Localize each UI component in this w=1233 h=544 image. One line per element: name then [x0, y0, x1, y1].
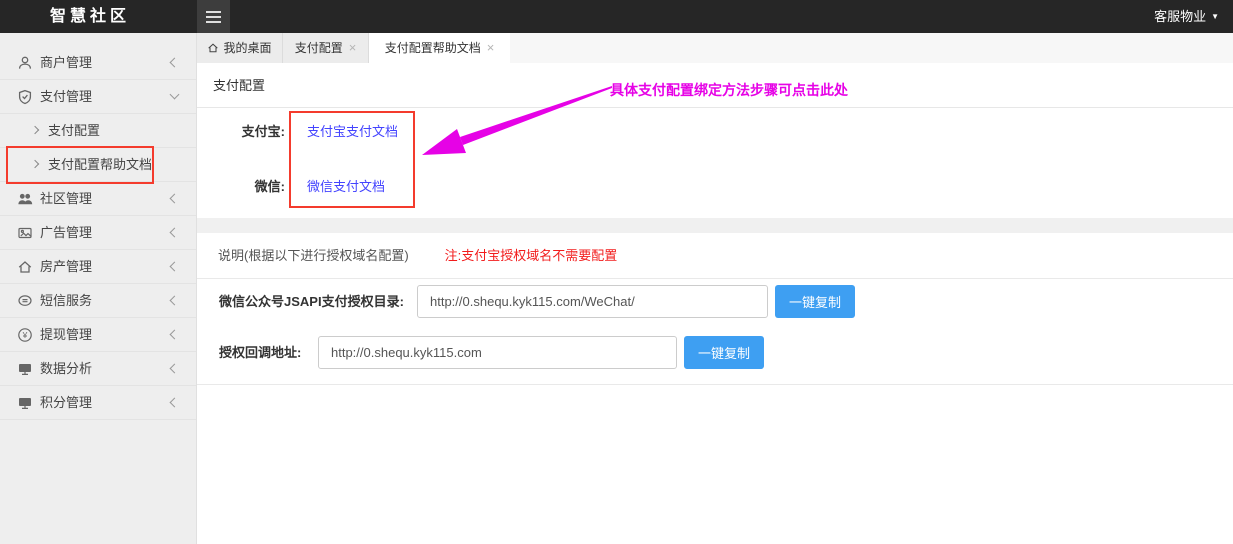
svg-text:¥: ¥	[22, 330, 28, 340]
tab-label: 支付配置帮助文档	[385, 41, 481, 55]
sidebar-item-merchant-mgmt[interactable]: 商户管理	[0, 46, 196, 80]
home-icon	[17, 259, 33, 275]
sidebar-subitem-label: 支付配置	[48, 123, 100, 138]
yen-circle-icon: ¥	[17, 327, 33, 343]
monitor-icon	[17, 395, 33, 411]
auth-domain-panel: 说明(根据以下进行授权域名配置) 注:支付宝授权域名不需要配置 微信公众号JSAP…	[197, 233, 1233, 385]
chevron-left-icon	[170, 296, 180, 306]
sidebar-item-points-mgmt[interactable]: 积分管理	[0, 386, 196, 420]
sidebar-item-ad-mgmt[interactable]: 广告管理	[0, 216, 196, 250]
sidebar-subitem-label: 支付配置帮助文档	[48, 157, 152, 172]
sidebar-item-label: 广告管理	[40, 225, 92, 240]
sidebar-item-sms-service[interactable]: 短信服务	[0, 284, 196, 318]
panel-note: 说明(根据以下进行授权域名配置) 注:支付宝授权域名不需要配置	[218, 233, 617, 278]
auth-callback-label: 授权回调地址:	[219, 336, 301, 369]
close-icon[interactable]: ×	[349, 40, 357, 55]
image-icon	[17, 225, 33, 241]
main-content: 我的桌面 支付配置 × 支付配置帮助文档 × 支付配置 支付宝: 支付宝支付文档 微…	[197, 33, 1233, 544]
chevron-left-icon	[170, 58, 180, 68]
sidebar: 商户管理 支付管理 支付配置 支付配置帮助文档 社区管理	[0, 33, 197, 544]
jsapi-auth-dir-input[interactable]	[417, 285, 768, 318]
alipay-doc-link[interactable]: 支付宝支付文档	[307, 121, 398, 140]
shield-check-icon	[17, 89, 33, 105]
chevron-right-icon	[31, 160, 39, 168]
sidebar-item-label: 房产管理	[40, 259, 92, 274]
sidebar-subitem-payment-config-help[interactable]: 支付配置帮助文档	[0, 148, 196, 182]
chevron-left-icon	[170, 398, 180, 408]
sidebar-toggle-button[interactable]	[197, 0, 230, 33]
monitor-icon	[17, 361, 33, 377]
sidebar-item-data-analysis[interactable]: 数据分析	[0, 352, 196, 386]
sidebar-item-label: 短信服务	[40, 293, 92, 308]
tab-payment-config-help[interactable]: 支付配置帮助文档 ×	[369, 33, 510, 63]
sidebar-item-property-mgmt[interactable]: 房产管理	[0, 250, 196, 284]
message-icon	[17, 293, 33, 309]
chevron-left-icon	[170, 262, 180, 272]
jsapi-auth-dir-label: 微信公众号JSAPI支付授权目录:	[219, 285, 404, 318]
wechat-label: 微信:	[197, 176, 285, 195]
tab-bar: 我的桌面 支付配置 × 支付配置帮助文档 ×	[197, 33, 1233, 63]
app-logo: 智慧社区	[50, 0, 130, 33]
wechat-doc-link[interactable]: 微信支付文档	[307, 176, 385, 195]
chevron-left-icon	[170, 228, 180, 238]
topbar: 智慧社区 客服物业 ▼	[0, 0, 1233, 33]
copy-callback-button[interactable]: 一键复制	[684, 336, 764, 369]
sidebar-item-payment-mgmt[interactable]: 支付管理	[0, 80, 196, 114]
panel-warning-text: 注:支付宝授权域名不需要配置	[445, 248, 618, 263]
tab-label: 我的桌面	[223, 41, 271, 55]
user-menu-label: 客服物业	[1154, 9, 1206, 24]
sidebar-item-label: 数据分析	[40, 361, 92, 376]
chevron-left-icon	[170, 364, 180, 374]
panel-header-divider	[197, 278, 1233, 279]
auth-callback-input[interactable]	[318, 336, 677, 369]
tab-payment-config[interactable]: 支付配置 ×	[283, 33, 369, 63]
sidebar-item-label: 支付管理	[40, 89, 92, 104]
breadcrumb: 支付配置	[213, 63, 265, 108]
chevron-down-icon	[170, 90, 180, 100]
close-icon[interactable]: ×	[487, 40, 495, 55]
sidebar-subitem-payment-config[interactable]: 支付配置	[0, 114, 196, 148]
sidebar-item-label: 提现管理	[40, 327, 92, 342]
panel-note-text: 说明(根据以下进行授权域名配置)	[218, 248, 409, 263]
alipay-label: 支付宝:	[197, 121, 285, 140]
sidebar-item-withdrawal-mgmt[interactable]: ¥ 提现管理	[0, 318, 196, 352]
sidebar-item-community-mgmt[interactable]: 社区管理	[0, 182, 196, 216]
annotation-text: 具体支付配置绑定方法步骤可点击此处	[610, 80, 848, 100]
sidebar-item-label: 商户管理	[40, 55, 92, 70]
sidebar-item-label: 积分管理	[40, 395, 92, 410]
caret-down-icon: ▼	[1211, 0, 1219, 33]
user-menu[interactable]: 客服物业 ▼	[1154, 0, 1219, 33]
home-icon	[207, 42, 219, 54]
tab-my-desktop[interactable]: 我的桌面	[197, 33, 283, 63]
sidebar-menu: 商户管理 支付管理 支付配置 支付配置帮助文档 社区管理	[0, 33, 196, 420]
people-icon	[17, 191, 33, 207]
chevron-left-icon	[170, 330, 180, 340]
chevron-right-icon	[31, 126, 39, 134]
user-icon	[17, 55, 33, 71]
section-divider	[197, 218, 1233, 233]
tab-label: 支付配置	[295, 41, 343, 55]
sidebar-item-label: 社区管理	[40, 191, 92, 206]
copy-jsapi-dir-button[interactable]: 一键复制	[775, 285, 855, 318]
chevron-left-icon	[170, 194, 180, 204]
